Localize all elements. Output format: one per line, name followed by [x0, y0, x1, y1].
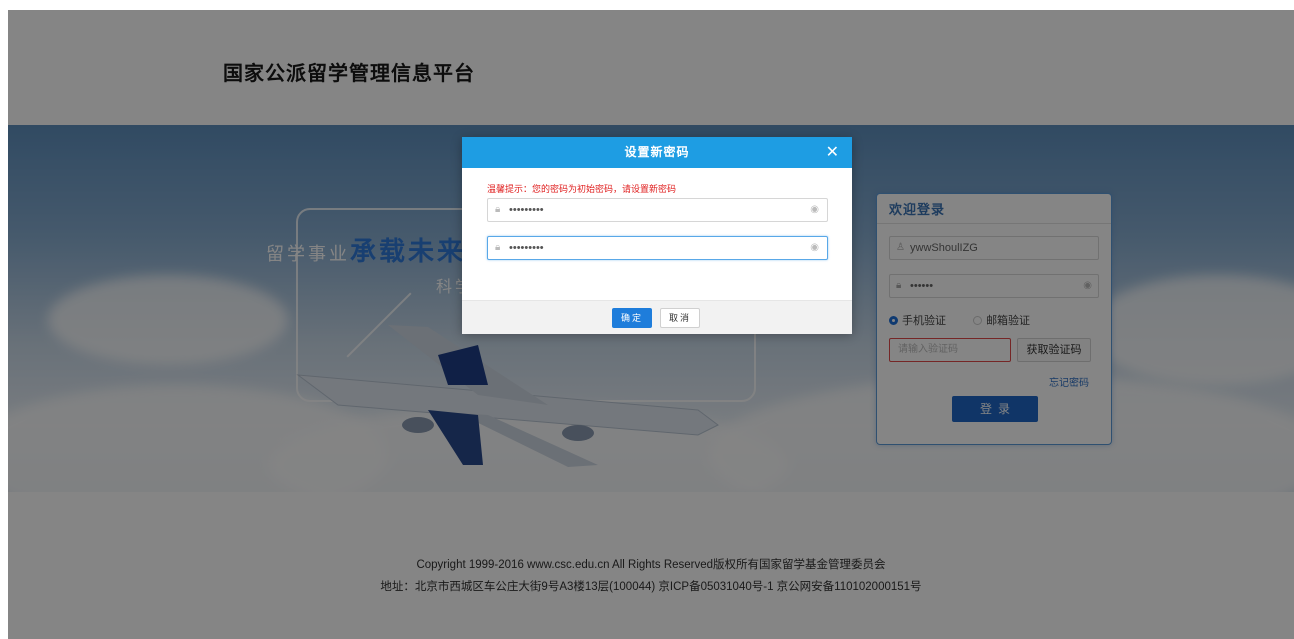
lock-icon: 🔒︎ [495, 204, 501, 215]
dialog-footer: 确定 取消 [462, 300, 852, 334]
confirm-button[interactable]: 确定 [612, 308, 652, 328]
eye-icon[interactable]: ◉ [810, 199, 819, 221]
eye-icon[interactable]: ◉ [810, 237, 819, 259]
confirm-password-input[interactable]: 🔒︎ ••••••••• ◉ [487, 236, 828, 260]
lock-icon: 🔒︎ [495, 242, 501, 253]
cancel-button[interactable]: 取消 [660, 308, 700, 328]
dialog-header: 设置新密码 ✕ [462, 137, 852, 168]
dialog-title: 设置新密码 [624, 145, 690, 159]
login-page: 国家公派留学管理信息平台 留学事业承载未来 科学 欢迎登录 ♙ ywwShoul… [8, 10, 1294, 639]
new-password-value: ••••••••• [509, 204, 544, 216]
dialog-hint: 温馨提示：您的密码为初始密码，请设置新密码 [487, 184, 677, 194]
confirm-password-value: ••••••••• [509, 242, 544, 254]
new-password-input[interactable]: 🔒︎ ••••••••• ◉ [487, 198, 828, 222]
close-icon[interactable]: ✕ [826, 137, 840, 168]
set-password-dialog: 设置新密码 ✕ 温馨提示：您的密码为初始密码，请设置新密码 🔒︎ •••••••… [462, 137, 852, 334]
